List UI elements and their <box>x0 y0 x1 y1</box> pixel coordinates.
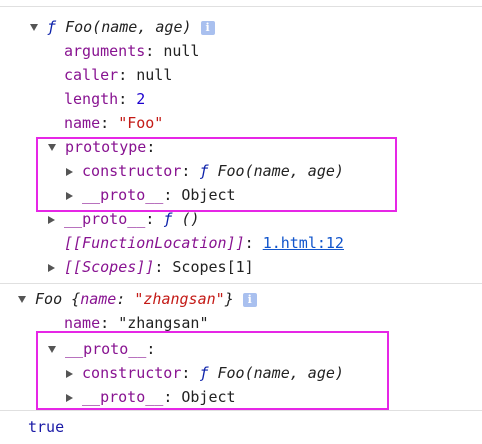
source-link[interactable]: 1.html:12 <box>263 234 344 252</box>
length-property: length: 2 <box>64 90 146 108</box>
instance-proto-property[interactable]: __proto__: <box>48 338 155 360</box>
info-icon[interactable]: i <box>242 292 257 307</box>
entry-separator <box>0 283 482 284</box>
collapsed-triangle-icon[interactable] <box>66 191 73 200</box>
top-separator <box>0 6 482 7</box>
function-signature: Foo(name, age) <box>65 18 192 36</box>
collapsed-triangle-icon[interactable] <box>48 215 55 224</box>
function-keyword: ƒ <box>47 18 57 36</box>
expand-triangle-icon[interactable] <box>48 346 56 353</box>
result-value: true <box>28 418 65 436</box>
expand-triangle-icon[interactable] <box>30 24 38 31</box>
entry-separator <box>0 410 482 411</box>
prototype-proto-property[interactable]: __proto__: Object <box>66 184 236 206</box>
collapsed-triangle-icon[interactable] <box>48 263 55 272</box>
foo-function-header[interactable]: ƒ Foo(name, age) i <box>30 16 215 38</box>
prototype-property[interactable]: prototype: <box>48 136 155 158</box>
caller-property: caller: null <box>64 66 173 84</box>
collapsed-triangle-icon[interactable] <box>66 369 73 378</box>
expand-triangle-icon[interactable] <box>48 144 56 151</box>
function-proto-property[interactable]: __proto__: ƒ () <box>48 208 200 230</box>
info-icon[interactable]: i <box>200 20 215 35</box>
instance-proto-constructor-property[interactable]: constructor: ƒ Foo(name, age) <box>66 362 344 384</box>
instance-proto-proto-property[interactable]: __proto__: Object <box>66 386 236 408</box>
name-property: name: "Foo" <box>64 114 164 132</box>
scopes-property[interactable]: [[Scopes]]: Scopes[1] <box>48 256 254 278</box>
arguments-property: arguments: null <box>64 42 200 60</box>
collapsed-triangle-icon[interactable] <box>66 393 73 402</box>
function-location-property: [[FunctionLocation]]: 1.html:12 <box>64 234 344 252</box>
foo-instance-header[interactable]: Foo {name: "zhangsan"} i <box>18 288 257 310</box>
collapsed-triangle-icon[interactable] <box>66 167 73 176</box>
prototype-constructor-property[interactable]: constructor: ƒ Foo(name, age) <box>66 160 344 182</box>
expand-triangle-icon[interactable] <box>18 296 26 303</box>
